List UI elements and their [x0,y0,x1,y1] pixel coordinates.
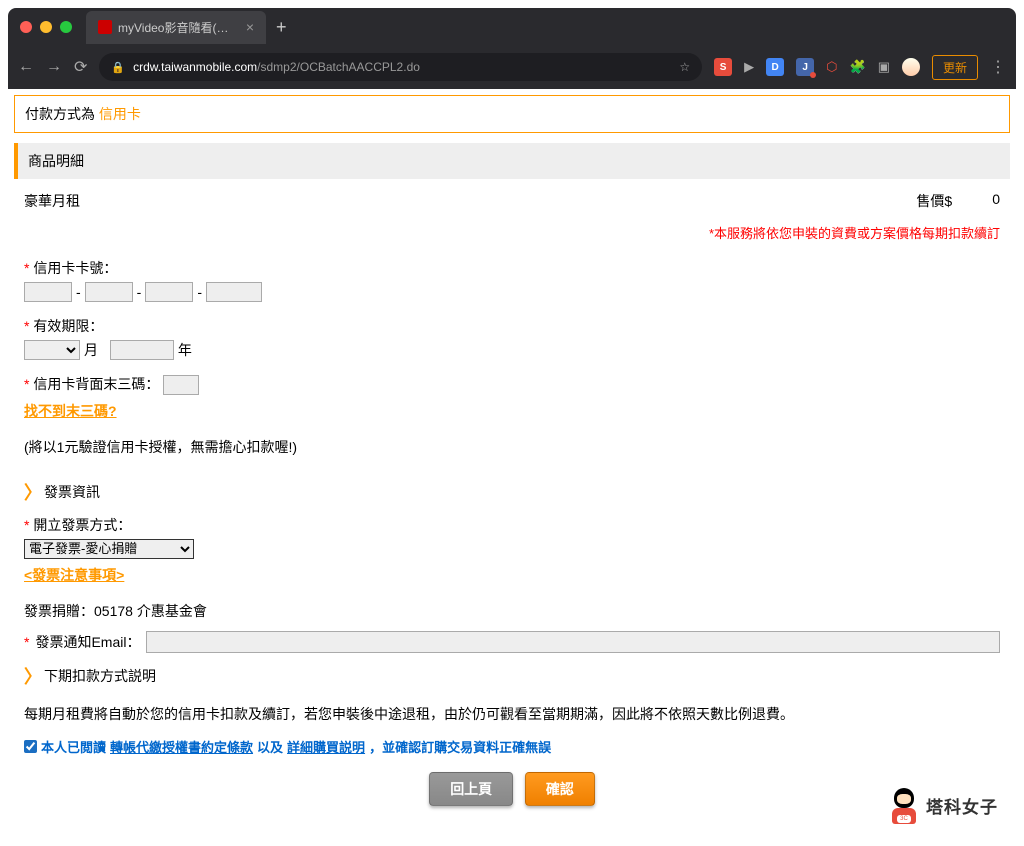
extension-s-icon[interactable]: S [714,58,732,76]
cc-verify-note: (將以1元驗證信用卡授權，無需擔心扣款喔!) [14,431,1010,473]
extension-icons: S ▶ D J ⬡ 🧩 ▣ 更新 ⋮ [714,55,1006,80]
button-row: 回上頁 確認 [14,760,1010,818]
forward-button[interactable]: → [46,58,62,76]
extension-d-icon[interactable]: D [766,58,784,76]
tab-close-icon[interactable]: × [246,19,254,35]
product-name: 豪華月租 [24,191,80,211]
confirm-button[interactable]: 確認 [525,772,595,806]
back-button[interactable]: 回上頁 [429,772,513,806]
payment-prefix: 付款方式為 [25,106,95,122]
cc-number-3[interactable] [145,282,193,302]
cvc-help-link[interactable]: 找不到末三碼? [24,403,117,419]
cc-number-row: * 信用卡卡號： - - - [14,254,1010,306]
chevron-right-icon: 〉 [24,479,42,505]
new-tab-button[interactable]: + [276,17,287,38]
month-suffix: 月 [84,340,98,360]
browser-chrome: myVideo影音隨看(手機版) - 購 × + ← → ⟳ 🔒 crdw.ta… [8,8,1016,89]
window-controls [20,21,72,33]
watermark-icon: 3C [888,788,920,824]
invoice-donation: 發票捐贈：05178 介惠基金會 [14,595,1010,627]
bookmark-star-icon[interactable]: ☆ [679,60,690,74]
next-payment-header[interactable]: 〉下期扣款方式説明 [14,657,1010,695]
invoice-email-label: 發票通知Email： [35,632,140,652]
year-suffix: 年 [178,340,192,360]
cc-number-label: 信用卡卡號： [33,260,117,276]
cast-icon[interactable]: ▣ [878,59,890,75]
browser-tab[interactable]: myVideo影音隨看(手機版) - 購 × [86,11,266,44]
next-payment-desc: 每期月租費將自動於您的信用卡扣款及續訂，若您申裝後中途退租，由於仍可觀看至當期期… [14,695,1010,733]
agreement-row: 本人已閲讀 轉帳代繳授權書約定條款 以及 詳細購買説明 ，並確認訂購交易資料正確… [14,733,1010,760]
reload-button[interactable]: ⟳ [74,57,87,77]
tab-title: myVideo影音隨看(手機版) - 購 [118,19,240,36]
tab-favicon [98,20,112,34]
details-link[interactable]: 詳細購買説明 [287,737,365,756]
expiry-year-input[interactable] [110,340,174,360]
extension-shield-icon[interactable]: ⬡ [826,59,837,75]
extensions-menu-icon[interactable]: 🧩 [850,59,866,75]
service-notice: *本服務將依您申裝的資費或方案價格每期扣款續訂 [14,219,1010,254]
cc-cvc-label: 信用卡背面末三碼： [33,376,159,392]
cc-number-1[interactable] [24,282,72,302]
product-section-header: 商品明細 [14,143,1010,179]
cc-number-2[interactable] [85,282,133,302]
agree-prefix: 本人已閲讀 [41,737,106,756]
chevron-right-icon: 〉 [24,663,42,689]
agreement-checkbox[interactable] [24,740,37,753]
maximize-window-button[interactable] [60,21,72,33]
invoice-email-input[interactable] [146,631,1000,653]
watermark-text: 塔科女子 [926,793,998,818]
close-window-button[interactable] [20,21,32,33]
back-button[interactable]: ← [18,58,34,76]
cc-expiry-row: * 有效期限： 月 年 [14,312,1010,364]
tab-bar: myVideo影音隨看(手機版) - 購 × + [8,8,1016,46]
cc-expiry-label: 有效期限： [33,318,103,334]
profile-avatar[interactable] [902,58,920,76]
invoice-notes-link[interactable]: <發票注意事項> [24,567,124,583]
price-value: 0 [992,191,1000,211]
required-mark: * [24,260,29,276]
page-content: 付款方式為 信用卡 商品明細 豪華月租 售價$ 0 *本服務將依您申裝的資費或方… [8,89,1016,838]
watermark: 3C 塔科女子 [888,788,998,824]
invoice-method-select[interactable]: 電子發票-愛心捐贈 [24,539,194,559]
cc-cvc-row: * 信用卡背面末三碼： 找不到末三碼? [14,370,1010,425]
payment-method: 信用卡 [99,106,141,122]
agree-suffix: ，並確認訂購交易資料正確無誤 [369,737,551,756]
extension-play-icon[interactable]: ▶ [744,59,754,75]
address-bar[interactable]: 🔒 crdw.taiwanmobile.com/sdmp2/OCBatchAAC… [99,53,702,81]
browser-menu-icon[interactable]: ⋮ [990,57,1006,77]
product-row: 豪華月租 售價$ 0 [14,191,1010,219]
invoice-method-row: * 開立發票方式： 電子發票-愛心捐贈 <發票注意事項> [14,511,1010,589]
url-domain: crdw.taiwanmobile.com [133,60,257,74]
lock-icon: 🔒 [111,61,125,74]
invoice-section-header[interactable]: 〉發票資訊 [14,473,1010,511]
minimize-window-button[interactable] [40,21,52,33]
url-bar: ← → ⟳ 🔒 crdw.taiwanmobile.com/sdmp2/OCBa… [8,46,1016,88]
cc-cvc-input[interactable] [163,375,199,395]
cc-number-4[interactable] [206,282,262,302]
url-path: /sdmp2/OCBatchAACCPL2.do [257,60,420,74]
expiry-month-select[interactable] [24,340,80,360]
payment-method-header: 付款方式為 信用卡 [14,95,1010,133]
invoice-email-row: * 發票通知Email： [14,627,1010,657]
invoice-method-label: 開立發票方式： [33,517,131,533]
price-label: 售價$ [916,191,952,211]
update-button[interactable]: 更新 [932,55,978,80]
terms-link[interactable]: 轉帳代繳授權書約定條款 [110,737,253,756]
extension-j-icon[interactable]: J [796,58,814,76]
